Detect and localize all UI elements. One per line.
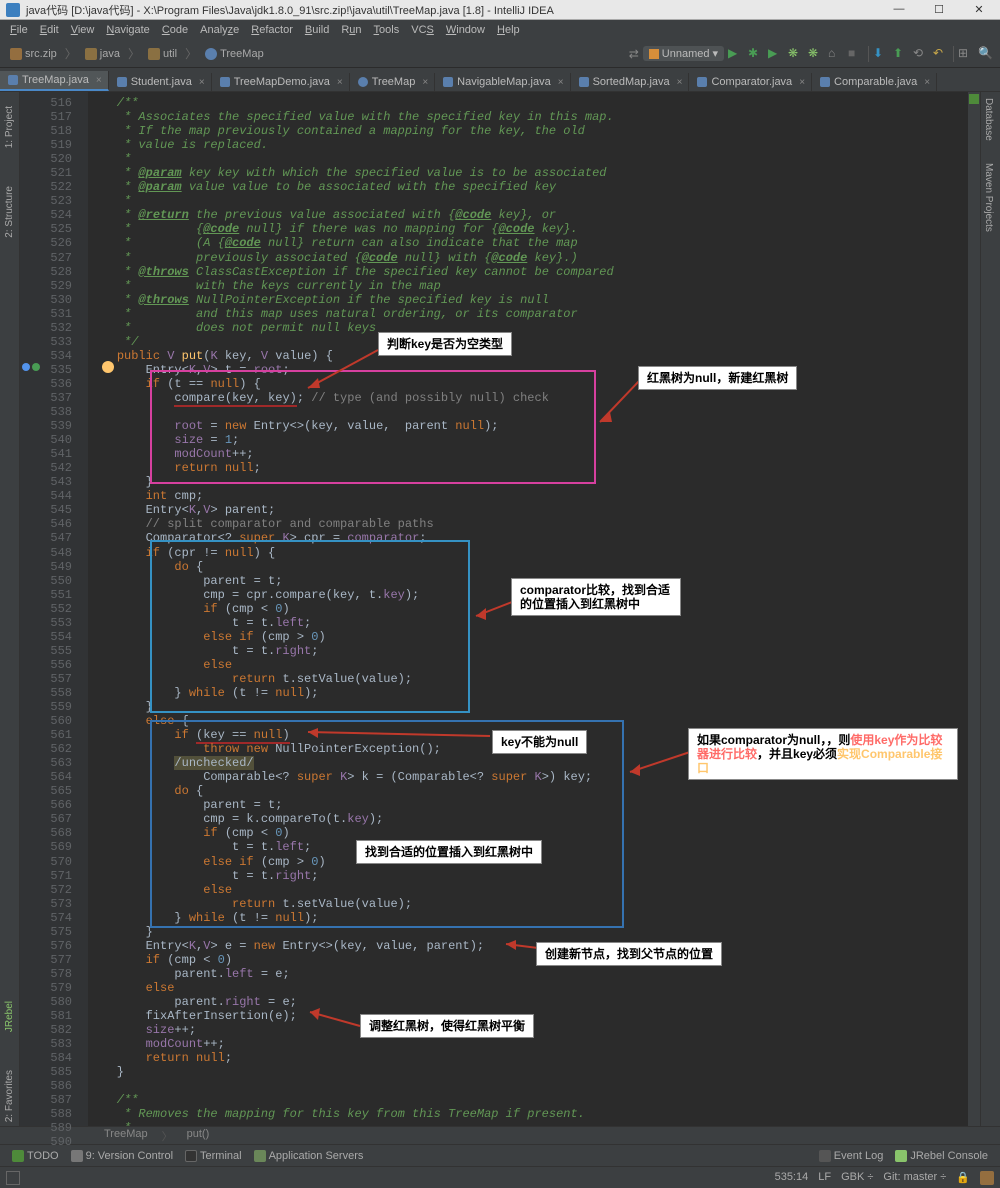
arrow-icon	[298, 348, 388, 398]
btm-appservers[interactable]: Application Servers	[248, 1150, 370, 1162]
sidetab-structure[interactable]: 2: Structure	[3, 182, 16, 242]
tab-comparator[interactable]: Comparator.java×	[689, 73, 812, 91]
arrow-icon	[626, 748, 696, 778]
error-stripe[interactable]	[968, 92, 980, 1126]
breadcrumb-class[interactable]: TreeMap	[201, 48, 268, 60]
arrow-icon	[306, 1008, 366, 1030]
annotation-label: key不能为null	[492, 730, 587, 754]
menu-navigate[interactable]: Navigate	[100, 24, 155, 36]
debug-button[interactable]: ✱	[748, 46, 764, 62]
stop-button[interactable]: ■	[848, 46, 864, 62]
breadcrumb-class[interactable]: TreeMap	[100, 1128, 152, 1143]
menu-refactor[interactable]: Refactor	[245, 24, 299, 36]
tab-treemap[interactable]: TreeMap.java×	[0, 71, 109, 91]
sidetab-favorites[interactable]: 2: Favorites	[3, 1066, 16, 1126]
sidetab-jrebel[interactable]: JRebel	[3, 997, 16, 1036]
minimize-button[interactable]: —	[884, 3, 914, 16]
search-icon[interactable]: 🔍	[978, 46, 994, 62]
status-encoding[interactable]: GBK ÷	[841, 1171, 873, 1185]
run-config-selector[interactable]: Unnamed▾	[643, 46, 724, 61]
coverage-button[interactable]: ▶	[768, 46, 784, 62]
history-icon[interactable]: ⟲	[913, 46, 929, 62]
title-bar: java代码 [D:\java代码] - X:\Program Files\Ja…	[0, 0, 1000, 20]
annotation-label: 红黑树为null，新建红黑树	[638, 366, 797, 390]
structure-icon[interactable]: ⊞	[958, 46, 974, 62]
menu-tools[interactable]: Tools	[368, 24, 406, 36]
arrow-icon	[472, 592, 516, 622]
btm-vcs[interactable]: 9: Version Control	[65, 1150, 179, 1162]
status-linesep[interactable]: LF	[818, 1171, 831, 1185]
tab-navigablemap[interactable]: NavigableMap.java×	[435, 73, 570, 91]
sidetab-database[interactable]: Database	[981, 92, 996, 147]
btm-todo[interactable]: TODO	[6, 1150, 65, 1162]
arrow-icon	[304, 728, 494, 742]
override-icon[interactable]	[32, 363, 40, 371]
menu-vcs[interactable]: VCS	[405, 24, 440, 36]
tab-treemap-class[interactable]: TreeMap×	[350, 73, 435, 91]
maximize-button[interactable]: ☐	[924, 3, 954, 16]
annotation-label: 判断key是否为空类型	[378, 332, 512, 356]
annotation-label: 如果comparator为null，，则使用key作为比较器进行比较，并且key…	[688, 728, 958, 780]
git-pull-icon[interactable]: ⬇	[873, 46, 889, 62]
annotation-label: 调整红黑树，使得红黑树平衡	[360, 1014, 534, 1038]
menu-view[interactable]: View	[65, 24, 101, 36]
breadcrumb-method[interactable]: put()	[183, 1128, 214, 1143]
menu-help[interactable]: Help	[491, 24, 526, 36]
caret-icon[interactable]: ⇄	[629, 47, 639, 61]
btm-jrebel[interactable]: JRebel Console	[889, 1150, 994, 1162]
breadcrumb-bar: TreeMap 〉 put()	[0, 1126, 1000, 1144]
intention-bulb-icon[interactable]	[102, 361, 114, 373]
toolbar-buttons: ⇄ Unnamed▾ ▶ ✱ ▶ ❋ ❋ ⌂ ■ ⬇ ⬆ ⟲ ↶ ⊞ 🔍	[629, 46, 994, 62]
run-button[interactable]: ▶	[728, 46, 744, 62]
tab-treemapdemo[interactable]: TreeMapDemo.java×	[212, 73, 350, 91]
right-tool-strip: Database Maven Projects	[980, 92, 1000, 1126]
left-tool-strip: 1: Project 2: Structure JRebel 2: Favori…	[0, 92, 20, 1126]
annotation-label: 创建新节点，找到父节点的位置	[536, 942, 722, 966]
sidetab-project[interactable]: 1: Project	[3, 102, 16, 152]
tab-student[interactable]: Student.java×	[109, 73, 212, 91]
breadcrumb-src[interactable]: src.zip	[6, 48, 61, 60]
status-position[interactable]: 535:14	[775, 1171, 809, 1185]
menu-code[interactable]: Code	[156, 24, 194, 36]
revert-icon[interactable]: ↶	[933, 46, 949, 62]
menu-bar: File Edit View Navigate Code Analyze Ref…	[0, 20, 1000, 40]
menu-analyze[interactable]: Analyze	[194, 24, 245, 36]
menu-build[interactable]: Build	[299, 24, 335, 36]
menu-window[interactable]: Window	[440, 24, 491, 36]
breadcrumb-util[interactable]: util	[144, 48, 181, 60]
menu-file[interactable]: File	[4, 24, 34, 36]
editor-tabs: TreeMap.java× Student.java× TreeMapDemo.…	[0, 68, 1000, 92]
tab-sortedmap[interactable]: SortedMap.java×	[571, 73, 690, 91]
jrebel-icon[interactable]: ❋	[788, 46, 804, 62]
analysis-ok-icon	[969, 94, 979, 104]
annotation-label: 找到合适的位置插入到红黑树中	[356, 840, 542, 864]
close-button[interactable]: ✕	[964, 3, 994, 16]
window-title: java代码 [D:\java代码] - X:\Program Files\Ja…	[26, 2, 884, 18]
jrebel2-icon[interactable]: ❋	[808, 46, 824, 62]
app-icon	[6, 3, 20, 17]
menu-edit[interactable]: Edit	[34, 24, 65, 36]
line-gutter: 5165175185195205215225235245255265275285…	[20, 92, 88, 1126]
btm-eventlog[interactable]: Event Log	[813, 1150, 890, 1162]
status-git[interactable]: Git: master ÷	[883, 1171, 946, 1185]
git-push-icon[interactable]: ⬆	[893, 46, 909, 62]
hammer-icon[interactable]: ⌂	[828, 46, 844, 62]
annotation-label: comparator比较，找到合适的位置插入到红黑树中	[511, 578, 681, 616]
navigation-bar: src.zip 〉 java 〉 util 〉 TreeMap ⇄ Unname…	[0, 40, 1000, 68]
lock-icon: 🔒	[956, 1171, 970, 1185]
sidetab-maven[interactable]: Maven Projects	[981, 157, 996, 238]
tab-comparable[interactable]: Comparable.java×	[812, 73, 937, 91]
breadcrumb-java[interactable]: java	[81, 48, 124, 60]
btm-terminal[interactable]: Terminal	[179, 1150, 248, 1162]
code-editor[interactable]: /** * Associates the specified value wit…	[88, 92, 968, 1126]
hector-icon[interactable]	[980, 1171, 994, 1185]
close-icon[interactable]: ×	[96, 75, 102, 86]
override-icon[interactable]	[22, 363, 30, 371]
status-bar: 535:14 LF GBK ÷ Git: master ÷ 🔒	[0, 1166, 1000, 1188]
menu-run[interactable]: Run	[335, 24, 367, 36]
toolwindow-toggle-icon[interactable]	[6, 1171, 20, 1185]
bottom-tool-bar: TODO 9: Version Control Terminal Applica…	[0, 1144, 1000, 1166]
